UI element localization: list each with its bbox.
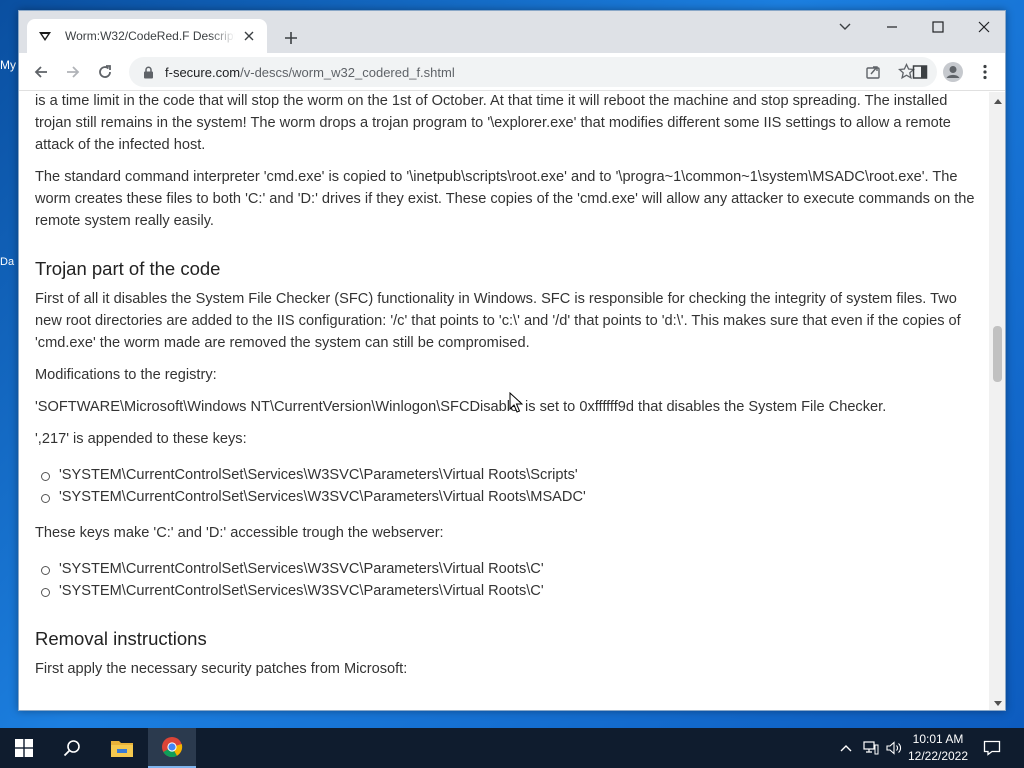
profile-button[interactable]	[939, 58, 967, 86]
list-item: 'SYSTEM\CurrentControlSet\Services\W3SVC…	[41, 580, 975, 602]
paragraph: These keys make 'C:' and 'D:' accessible…	[35, 525, 444, 541]
side-panel-icon	[912, 65, 928, 79]
network-button[interactable]	[860, 728, 882, 768]
browser-window: Worm:W32/CodeRed.F Description f-secure.…	[18, 10, 1006, 711]
forward-arrow-icon	[67, 66, 80, 78]
paragraph: First of all it disables the System File…	[35, 291, 961, 351]
share-icon[interactable]	[865, 64, 881, 85]
tab-search-button[interactable]	[822, 11, 868, 43]
tab-close-icon[interactable]	[241, 28, 257, 44]
scroll-up-arrow-icon[interactable]	[989, 92, 1005, 109]
tab-strip: Worm:W32/CodeRed.F Description	[19, 11, 1005, 53]
network-icon	[863, 741, 879, 755]
reload-button[interactable]	[91, 58, 119, 86]
section-heading-removal: Removal instructions	[35, 628, 207, 649]
maximize-button[interactable]	[915, 11, 961, 43]
new-tab-button[interactable]	[277, 24, 305, 52]
paragraph: Modifications to the registry:	[35, 367, 217, 383]
start-button[interactable]	[0, 728, 48, 768]
maximize-icon	[932, 21, 944, 33]
search-button[interactable]	[48, 728, 96, 768]
url-path: /v-descs/worm_w32_codered_f.shtml	[240, 64, 455, 80]
show-hidden-icons-button[interactable]	[836, 728, 856, 768]
notification-icon	[983, 740, 1001, 756]
search-icon	[63, 740, 80, 757]
forward-button[interactable]	[59, 58, 87, 86]
minimize-button[interactable]	[869, 11, 915, 43]
tab-active[interactable]: Worm:W32/CodeRed.F Description	[27, 19, 267, 53]
taskbar: 10:01 AM 12/22/2022	[0, 728, 1024, 768]
section-heading-trojan: Trojan part of the code	[35, 258, 221, 279]
windows-logo-icon	[15, 739, 33, 757]
f-secure-favicon-icon	[37, 28, 53, 44]
vertical-scrollbar[interactable]	[989, 92, 1005, 710]
side-panel-button[interactable]	[906, 58, 934, 86]
url-host: f-secure.com	[165, 64, 241, 80]
folder-icon	[111, 741, 133, 757]
lock-icon[interactable]	[141, 65, 155, 79]
paragraph: First apply the necessary security patch…	[35, 661, 408, 677]
chevron-up-icon	[840, 745, 852, 752]
file-explorer-button[interactable]	[98, 728, 146, 768]
clock-time: 10:01 AM	[912, 732, 964, 746]
back-arrow-icon	[34, 66, 47, 78]
webserver-keys-list: 'SYSTEM\CurrentControlSet\Services\W3SVC…	[41, 558, 975, 602]
close-icon	[978, 21, 990, 33]
paragraph: ',217' is appended to these keys:	[35, 431, 247, 447]
list-item: 'SYSTEM\CurrentControlSet\Services\W3SVC…	[41, 558, 975, 580]
registry-keys-list: 'SYSTEM\CurrentControlSet\Services\W3SVC…	[41, 464, 975, 508]
article-content: is a time limit in the code that will st…	[35, 92, 975, 690]
reload-icon	[99, 65, 111, 78]
notifications-button[interactable]	[978, 728, 1006, 768]
paragraph: is a time limit in the code that will st…	[35, 93, 951, 153]
url-text[interactable]: f-secure.com/v-descs/worm_w32_codered_f.…	[165, 65, 455, 80]
mouse-cursor-icon	[509, 392, 523, 413]
back-button[interactable]	[27, 58, 55, 86]
clock-date: 12/22/2022	[907, 749, 969, 763]
browser-menu-button[interactable]	[971, 58, 999, 86]
chrome-taskbar-button[interactable]	[148, 728, 196, 768]
browser-toolbar: f-secure.com/v-descs/worm_w32_codered_f.…	[19, 53, 1005, 91]
paragraph: The standard command interpreter 'cmd.ex…	[35, 169, 975, 229]
scrollbar-thumb[interactable]	[993, 326, 1002, 382]
desktop-icon-label-fragment[interactable]: Da	[0, 256, 14, 268]
address-bar[interactable]: f-secure.com/v-descs/worm_w32_codered_f.…	[129, 57, 937, 87]
kebab-menu-icon	[983, 64, 987, 80]
clock[interactable]: 10:01 AM 12/22/2022	[902, 731, 974, 765]
chevron-down-icon	[839, 23, 851, 30]
close-window-button[interactable]	[961, 11, 1005, 43]
list-item: 'SYSTEM\CurrentControlSet\Services\W3SVC…	[41, 486, 975, 508]
desktop-icon-label-fragment[interactable]: My	[0, 58, 16, 72]
list-item: 'SYSTEM\CurrentControlSet\Services\W3SVC…	[41, 464, 975, 486]
profile-icon	[943, 62, 963, 82]
chrome-icon	[162, 737, 183, 758]
scroll-down-arrow-icon[interactable]	[989, 695, 1005, 710]
tab-title: Worm:W32/CodeRed.F Description	[65, 29, 235, 43]
volume-button[interactable]	[884, 728, 904, 768]
speaker-icon	[886, 741, 901, 755]
paragraph: 'SOFTWARE\Microsoft\Windows NT\CurrentVe…	[35, 399, 887, 415]
plus-icon	[285, 32, 297, 44]
minimize-icon	[887, 26, 897, 28]
page-viewport[interactable]: is a time limit in the code that will st…	[19, 92, 989, 710]
